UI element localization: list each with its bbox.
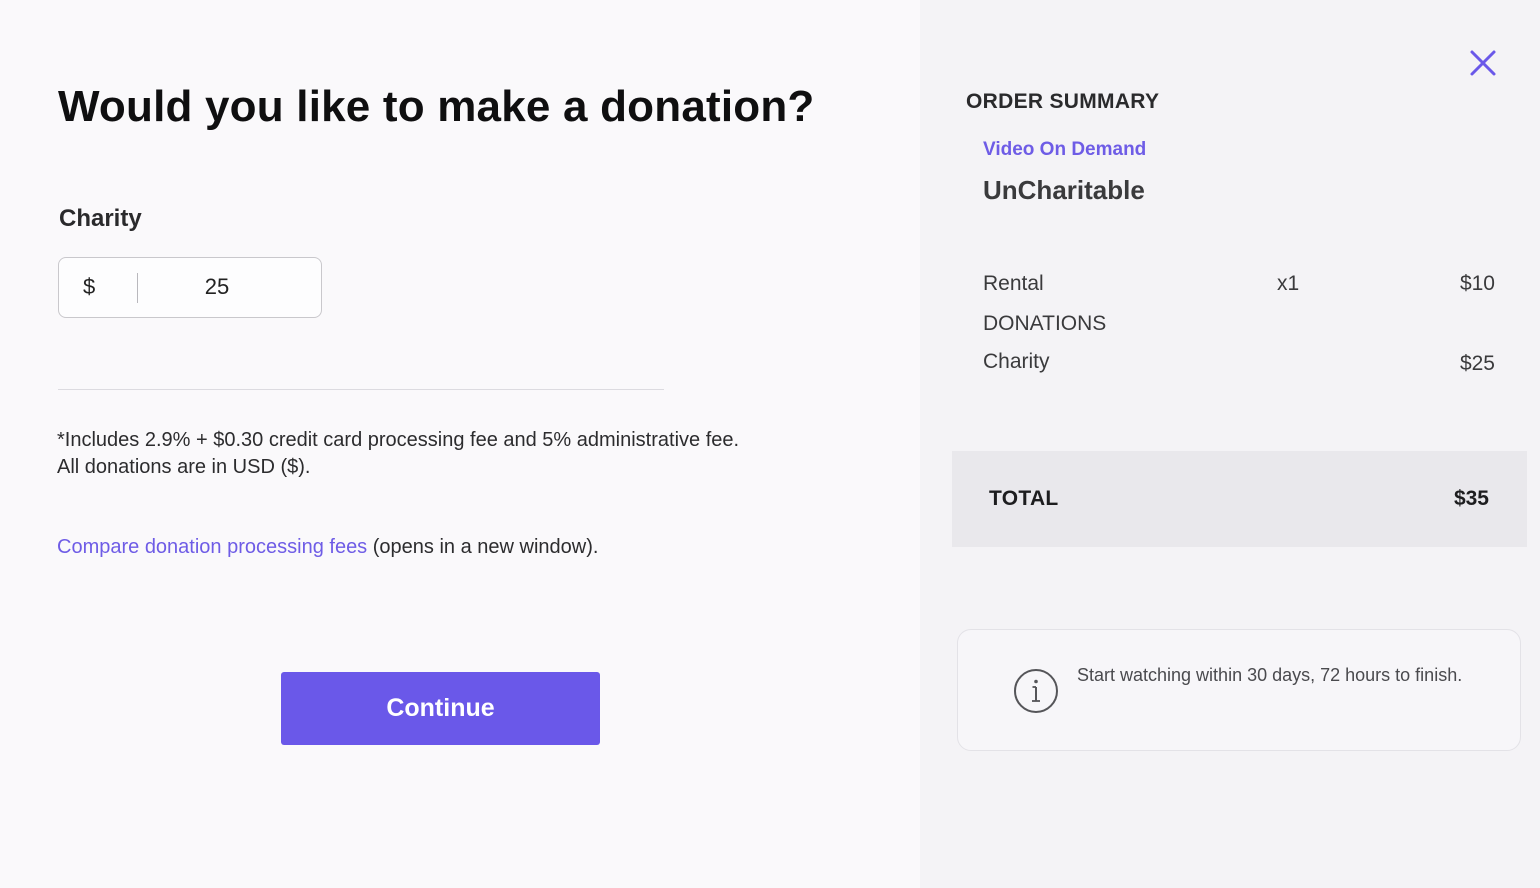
total-row: TOTAL $35: [952, 451, 1527, 547]
order-summary-title: ORDER SUMMARY: [966, 90, 1160, 113]
charity-price: $25: [1459, 352, 1495, 375]
close-icon[interactable]: [1466, 46, 1500, 80]
rental-price: $10: [1459, 272, 1495, 295]
donation-panel: Would you like to make a donation? Chari…: [0, 0, 920, 888]
order-summary-panel: [920, 0, 1540, 888]
donation-amount-input[interactable]: [139, 266, 295, 308]
donations-header: DONATIONS: [983, 312, 1107, 335]
rental-label: Rental: [983, 272, 1044, 295]
continue-button[interactable]: Continue: [281, 672, 600, 745]
viewing-info-text: Start watching within 30 days, 72 hours …: [1077, 665, 1463, 685]
field-divider: [137, 273, 138, 303]
page-title: Would you like to make a donation?: [58, 82, 815, 131]
section-divider: [58, 389, 664, 390]
fee-note: *Includes 2.9% + $0.30 credit card proce…: [57, 427, 757, 481]
info-icon: [1013, 668, 1059, 714]
new-window-note: (opens in a new window).: [367, 536, 599, 558]
compare-fees-line: Compare donation processing fees (opens …: [57, 536, 598, 559]
donation-amount-field[interactable]: $: [58, 257, 322, 318]
charity-field-label: Charity: [59, 205, 142, 232]
product-name: UnCharitable: [983, 175, 1145, 205]
total-label: TOTAL: [989, 487, 1059, 510]
currency-note-text: All donations are in USD ($).: [57, 456, 311, 478]
compare-fees-link[interactable]: Compare donation processing fees: [57, 536, 367, 558]
fee-note-text: *Includes 2.9% + $0.30 credit card proce…: [57, 429, 740, 451]
viewing-info-card: Start watching within 30 days, 72 hours …: [957, 629, 1521, 751]
currency-symbol: $: [83, 274, 96, 299]
rental-quantity: x1: [1277, 272, 1300, 295]
charity-line-label: Charity: [983, 350, 1050, 373]
total-value: $35: [1453, 487, 1489, 510]
product-type: Video On Demand: [983, 139, 1147, 160]
